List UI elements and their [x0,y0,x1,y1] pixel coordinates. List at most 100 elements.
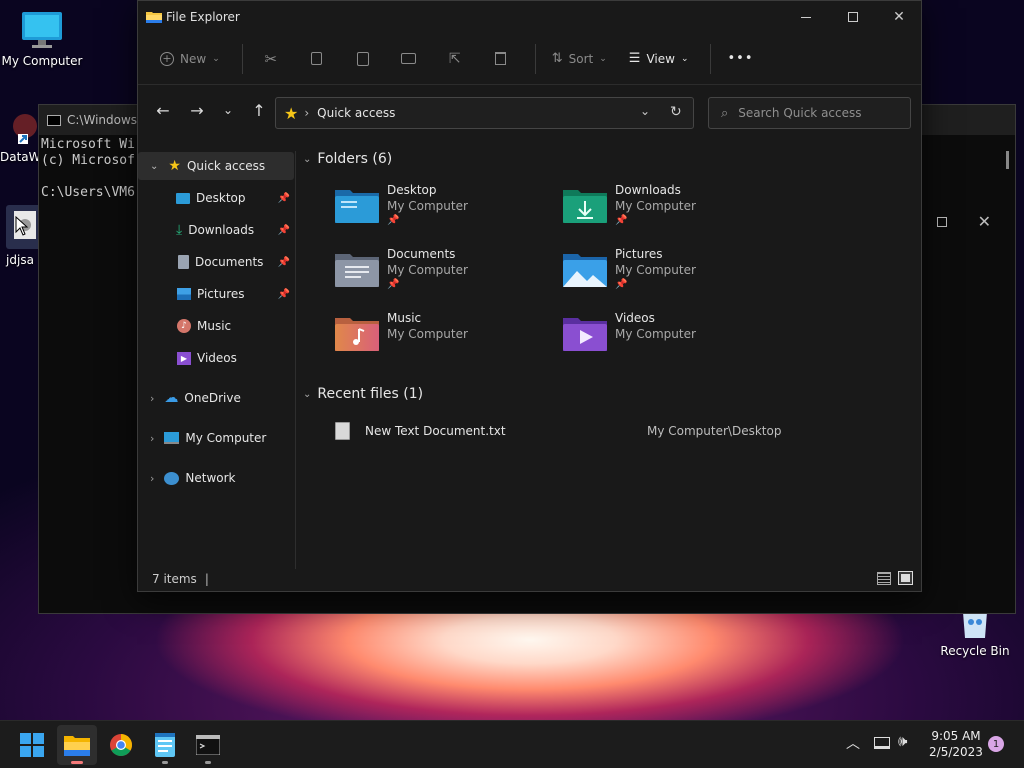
minimize-button[interactable] [783,1,829,33]
chrome-icon [110,734,132,756]
taskbar-notepad[interactable] [145,725,185,765]
details-view-icon[interactable] [877,572,891,585]
nav-item-label: Videos [197,351,237,365]
nav-item-desktop[interactable]: Desktop 📌 [138,184,294,212]
more-options-button[interactable]: ••• [719,43,761,75]
maximize-icon[interactable] [937,217,947,227]
pictures-folder-icon [563,254,607,287]
folder-location: My Computer [387,199,468,213]
folder-name: Downloads [615,183,681,197]
view-button[interactable]: ☰ View ⌄ [621,43,697,75]
document-icon [178,255,189,269]
monitor-icon [22,12,62,48]
taskbar-file-explorer[interactable] [57,725,97,765]
share-button[interactable]: ⇱ [435,43,475,75]
delete-button[interactable] [481,43,521,75]
status-bar: 7 items | [138,567,921,591]
share-icon: ⇱ [448,50,461,67]
folder-item-downloads[interactable]: Downloads My Computer 📌 [563,183,773,243]
item-count: 7 items [152,572,197,586]
sort-icon: ⇅ [551,51,563,66]
folder-item-pictures[interactable]: Pictures My Computer 📌 [563,247,773,307]
nav-item-quick-access[interactable]: ⌄ ★ Quick access [138,152,294,180]
star-icon: ★ [168,158,181,174]
maximize-button[interactable] [830,1,876,33]
forward-button[interactable]: → [180,95,214,125]
nav-item-label: Downloads [188,223,255,237]
address-bar[interactable]: ★ › Quick access ⌄ ↻ [275,97,694,129]
sort-button[interactable]: ⇅ Sort ⌄ [544,43,615,75]
desktop-icon-my-computer[interactable]: My Computer [0,10,84,68]
nav-item-onedrive[interactable]: › ☁ OneDrive [138,384,294,412]
recent-file-row[interactable]: New Text Document.txt My Computer\Deskto… [335,421,915,445]
network-status-icon[interactable] [874,737,890,749]
copy-button[interactable] [297,43,337,75]
desktop-icon-jdjsa[interactable]: jdjsa [0,205,42,267]
nav-item-label: Music [197,319,232,333]
large-icons-view-icon[interactable] [898,571,913,585]
terminal-scrollbar[interactable] [1006,151,1009,169]
search-box[interactable]: ⌕ Search Quick access [708,97,911,129]
close-icon[interactable]: ✕ [978,212,991,231]
navigation-pane: ⌄ ★ Quick access Desktop 📌 ⤓ Downloads 📌… [138,151,296,569]
address-dropdown-icon[interactable]: ⌄ [640,104,650,118]
folders-section-header[interactable]: ⌄ Folders (6) [303,151,392,167]
terminal-icon [47,114,61,126]
desktop-folder-icon [335,190,379,223]
folder-name: Documents [387,247,456,261]
folder-icon [146,12,162,23]
file-explorer-window[interactable]: File Explorer ✕ + New ⌄ ✂ ⇱ ⇅ Sort ⌄ ☰ V… [137,0,922,592]
nav-item-network[interactable]: › Network [138,464,294,492]
show-hidden-icons-chevron-icon[interactable]: ︿ [846,733,860,753]
shortcut-icon [13,114,37,144]
terminal-title: C:\Windows\ [67,113,142,127]
nav-item-downloads[interactable]: ⤓ Downloads 📌 [138,216,294,244]
folder-item-desktop[interactable]: Desktop My Computer 📌 [335,183,545,243]
picture-icon [177,288,191,300]
nav-item-videos[interactable]: ▶ Videos [138,344,294,372]
title-bar[interactable]: File Explorer ✕ [138,1,921,33]
rename-button[interactable] [389,43,429,75]
taskbar-chrome[interactable] [101,725,141,765]
section-title: Recent files (1) [317,386,424,402]
close-button[interactable]: ✕ [876,1,922,33]
chevron-down-icon: ⌄ [222,103,234,117]
recent-locations-button[interactable]: ⌄ [214,95,242,125]
folder-name: Music [387,311,422,325]
desktop-icon-dataw[interactable]: DataW [0,110,41,164]
recent-file-name: New Text Document.txt [365,424,506,438]
back-button[interactable]: ← [146,95,180,125]
pin-icon: 📌 [277,256,290,268]
arrow-left-icon: ← [156,100,170,120]
nav-item-label: Network [185,471,236,485]
status-divider: | [204,572,209,586]
desktop-icon-label: DataW [0,150,41,164]
nav-item-music[interactable]: ♪ Music [138,312,294,340]
chevron-right-icon: › [150,431,155,445]
refresh-icon[interactable]: ↻ [670,104,682,120]
clock[interactable]: 9:05 AM 2/5/2023 [926,728,986,760]
nav-item-label: My Computer [185,431,267,445]
paste-button[interactable] [343,43,383,75]
taskbar-command-prompt[interactable] [188,725,228,765]
more-icon: ••• [727,51,754,66]
folder-item-music[interactable]: Music My Computer [335,311,545,371]
terminal-icon [196,735,220,755]
volume-icon[interactable]: 🕪 [898,732,907,750]
new-button[interactable]: + New ⌄ [152,43,228,75]
folder-item-documents[interactable]: Documents My Computer 📌 [335,247,545,307]
nav-item-documents[interactable]: Documents 📌 [138,248,294,276]
downloads-folder-icon [563,190,607,223]
clock-date: 2/5/2023 [929,745,983,759]
folder-item-videos[interactable]: Videos My Computer [563,311,773,371]
arrow-up-icon: ↑ [252,100,266,120]
cut-button[interactable]: ✂ [251,43,291,75]
mouse-cursor-icon [15,216,29,236]
recent-section-header[interactable]: ⌄ Recent files (1) [303,386,423,402]
nav-item-pictures[interactable]: Pictures 📌 [138,280,294,308]
start-button[interactable] [12,725,52,765]
notification-badge[interactable]: 1 [988,736,1004,752]
desktop-icon-recycle-bin[interactable]: Recycle Bin [933,612,1017,658]
nav-item-my-computer[interactable]: › My Computer [138,424,294,452]
up-button[interactable]: ↑ [242,95,276,125]
